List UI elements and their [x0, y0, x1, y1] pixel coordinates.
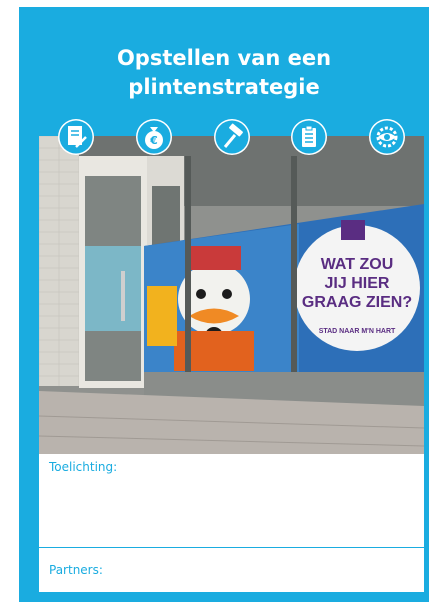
eye-gear-icon [369, 119, 405, 155]
poster-text-line-2: JIJ HIER [325, 275, 390, 292]
card-title-line-1: Opstellen van een [116, 46, 332, 70]
clipboard-list-icon [291, 119, 327, 155]
svg-text:€: € [149, 134, 158, 147]
storefront-illustration: WAT ZOU JIJ HIER GRAAG ZIEN? STAD NAAR M… [39, 136, 424, 454]
poster-tagline: STAD NAAR M'N HART [319, 328, 396, 335]
card-title: Opstellen van een plintenstrategie [19, 44, 429, 102]
poster-text-line-3: GRAAG ZIEN? [302, 294, 412, 311]
partners-panel: Partners: [39, 553, 424, 592]
hammer-icon [214, 119, 250, 155]
storefront-photo: WAT ZOU JIJ HIER GRAAG ZIEN? STAD NAAR M… [39, 136, 424, 454]
toelichting-label: Toelichting: [49, 460, 118, 474]
poster-text-line-1: WAT ZOU [321, 256, 394, 273]
toelichting-panel: Toelichting: [39, 454, 424, 547]
document-edit-icon [58, 119, 94, 155]
money-bag-euro-icon: € [136, 119, 172, 155]
partners-label: Partners: [49, 563, 103, 577]
card-title-line-2: plintenstrategie [128, 75, 320, 99]
